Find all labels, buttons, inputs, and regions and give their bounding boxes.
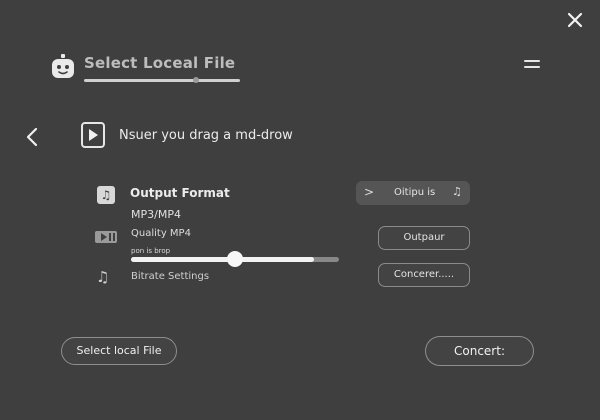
- back-button[interactable]: [24, 126, 40, 148]
- bitrate-settings-label[interactable]: Bitrate Settings: [131, 271, 209, 282]
- robot-icon: [50, 54, 76, 80]
- play-icon[interactable]: [81, 122, 105, 148]
- output-chip-button[interactable]: > Oitipu is ♫: [356, 181, 470, 205]
- chevron-right-icon: >: [364, 185, 375, 199]
- page-title: Select Loceal File: [84, 54, 236, 72]
- quality-slider-handle[interactable]: [227, 251, 243, 267]
- close-button[interactable]: [563, 10, 587, 30]
- quality-slider-fill: [131, 257, 314, 262]
- close-icon: [567, 12, 583, 28]
- title-progress-knob: [193, 77, 199, 83]
- chevron-left-icon: [26, 127, 38, 147]
- concerer-button[interactable]: Concerer.....: [378, 263, 470, 287]
- menu-icon: [524, 60, 540, 62]
- music-note-icon: ♫: [452, 185, 462, 198]
- concert-button[interactable]: Concert:: [425, 336, 534, 366]
- menu-button[interactable]: [524, 60, 540, 72]
- slider-hint: pon is brop: [131, 247, 171, 255]
- music-note-icon: ♫: [96, 268, 110, 286]
- output-format-value[interactable]: MP3/MP4: [131, 208, 181, 221]
- drag-drop-hint: Nsuer you drag a md-drow: [119, 128, 293, 143]
- output-chip-label: Oitipu is: [394, 187, 436, 198]
- title-progress-track: [84, 79, 240, 82]
- film-icon: [95, 229, 117, 243]
- music-note-icon: ♫: [97, 186, 115, 204]
- select-local-file-button[interactable]: Select local File: [61, 337, 177, 365]
- quality-label: Quality MP4: [131, 228, 191, 239]
- menu-icon-bar: [524, 66, 540, 68]
- output-format-label: Output Format: [130, 186, 230, 200]
- outpaur-button[interactable]: Outpaur: [378, 226, 470, 250]
